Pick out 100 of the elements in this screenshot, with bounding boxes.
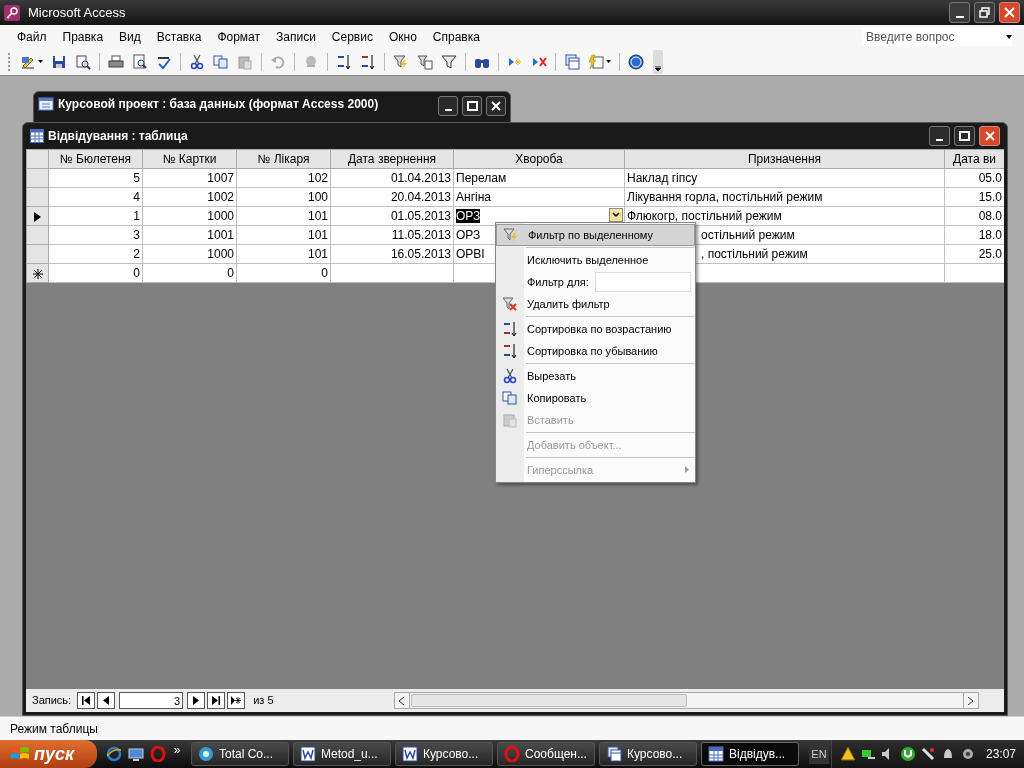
paste-icon (237, 53, 253, 70)
close-icon (1004, 7, 1015, 18)
caret-icon (1006, 34, 1012, 39)
desktop-icon (128, 746, 144, 762)
restore-button[interactable] (974, 2, 995, 23)
start-button[interactable]: пуск (0, 740, 97, 768)
scroll-right-icon[interactable] (968, 696, 974, 705)
menu-item[interactable]: Записи (269, 26, 323, 47)
first-record-button[interactable] (77, 692, 96, 709)
browser-icon (106, 746, 122, 762)
last-record-button[interactable] (207, 692, 226, 709)
next-record-button[interactable] (187, 692, 206, 709)
window-title: Відвідування : таблица (48, 128, 188, 145)
table-cell: ОРВІ (456, 247, 485, 261)
table-cell: 16.05.2013 (390, 247, 451, 261)
table-cell[interactable]: ОРЗ (456, 209, 481, 223)
column-header[interactable]: № Картки (142, 149, 237, 169)
caret-icon (612, 212, 620, 218)
table-cell: 1000 (207, 247, 234, 261)
opera-launch-button[interactable] (148, 744, 168, 764)
taskbar-button[interactable]: Total Co... (191, 742, 289, 766)
plug-icon[interactable] (919, 746, 936, 762)
taskbar-button[interactable]: Metod_u... (293, 742, 391, 766)
filter-icon (441, 53, 457, 70)
language-button[interactable]: EN (809, 744, 829, 764)
header-corner (26, 149, 49, 169)
table-cell: 0 (133, 266, 140, 280)
help-search-field[interactable]: Введите вопрос (862, 27, 1012, 46)
scroll-left-icon[interactable] (399, 696, 405, 705)
new-record-icon (32, 268, 43, 279)
column-header[interactable]: Хвороба (453, 149, 625, 169)
table-cell: Перелам (456, 171, 507, 185)
scissors-icon (189, 53, 205, 70)
menu-item[interactable]: Окно (381, 26, 424, 47)
filter-lightning-icon (393, 53, 409, 70)
menu-item[interactable]: Сервис (324, 26, 380, 47)
table-cell: 2 (133, 247, 140, 261)
table-icon (30, 129, 44, 143)
menu-item[interactable]: Вид (112, 26, 148, 47)
table-cell: 11.05.2013 (391, 228, 451, 242)
window-title: Microsoft Access (28, 3, 126, 22)
column-header[interactable]: Дата звернення (330, 149, 454, 169)
menu-item[interactable]: Сортировка по убыванию (496, 340, 695, 362)
minimize-icon (444, 109, 452, 111)
close-button[interactable] (486, 96, 506, 116)
minimize-button[interactable] (949, 2, 970, 23)
more-button[interactable]: » (169, 741, 185, 759)
browser-launch-button[interactable] (104, 744, 124, 764)
table-cell: Флюкогр, постільний режим (627, 209, 782, 223)
file-search-icon (75, 53, 91, 70)
restore-icon (979, 7, 990, 18)
previous-record-button[interactable] (97, 692, 116, 709)
close-button[interactable] (979, 126, 1000, 146)
column-header[interactable]: Призначення (624, 149, 945, 169)
menu-item[interactable]: Правка (55, 26, 111, 47)
menu-item[interactable]: Справка (425, 26, 487, 47)
document-icon (300, 746, 316, 762)
menu-item[interactable]: Вставка (149, 26, 209, 47)
new-object-icon (588, 53, 604, 70)
table-cell: 01.04.2013 (390, 171, 451, 185)
column-header[interactable]: Дата ви (944, 149, 1004, 169)
close-icon (984, 131, 995, 141)
menu-item[interactable]: Вырезать (496, 365, 695, 387)
close-button[interactable] (999, 2, 1020, 23)
table-cell: Ангіна (456, 190, 491, 204)
torrent-icon[interactable] (899, 746, 916, 762)
minimize-button[interactable] (438, 96, 458, 116)
record-number-field[interactable]: 3 (119, 692, 184, 709)
taskbar-button[interactable]: Курсово... (599, 742, 697, 766)
dropdown-button[interactable] (609, 208, 623, 222)
minimize-button[interactable] (929, 126, 950, 146)
maximize-button[interactable] (954, 126, 975, 146)
table-cell: 0 (227, 266, 234, 280)
record-label: Запись: (32, 693, 72, 709)
taskbar-button[interactable]: Відвідув... (701, 742, 799, 766)
column-header[interactable]: № Бюлетеня (48, 149, 143, 169)
menu-item[interactable]: Формат (210, 26, 268, 47)
menu-item[interactable]: Копировать (496, 387, 695, 409)
horizontal-scrollbar[interactable] (393, 692, 979, 709)
record-count-text: из 5 (253, 693, 274, 709)
sort-ascending-icon (502, 321, 518, 337)
table-cell: 20.04.2013 (390, 190, 451, 204)
menu-item[interactable]: Удалить фильтр (496, 293, 695, 315)
menu-item[interactable]: Фильтр по выделенному (496, 224, 695, 246)
new-record-button[interactable] (227, 692, 246, 709)
column-header[interactable]: № Лікаря (236, 149, 331, 169)
field-label: Фильтр для: (527, 274, 589, 290)
help-icon (628, 53, 644, 70)
filter-input-field[interactable] (594, 272, 691, 292)
menu-item[interactable]: Исключить выделенное (496, 249, 695, 271)
menu-item[interactable]: Сортировка по возрастанию (496, 318, 695, 340)
window-title: Курсовой проект : база данных (формат Access 2000) (58, 96, 379, 112)
taskbar-button[interactable]: Курсово... (395, 742, 493, 766)
clock-text: 23:07 (985, 746, 1016, 763)
windows-icon (606, 746, 622, 762)
maximize-button[interactable] (462, 96, 482, 116)
taskbar-button[interactable]: Сообщен... (497, 742, 595, 766)
warning-icon[interactable] (839, 746, 856, 762)
toolbar-options-button[interactable] (653, 49, 663, 74)
menu-item[interactable]: Файл (10, 26, 54, 47)
